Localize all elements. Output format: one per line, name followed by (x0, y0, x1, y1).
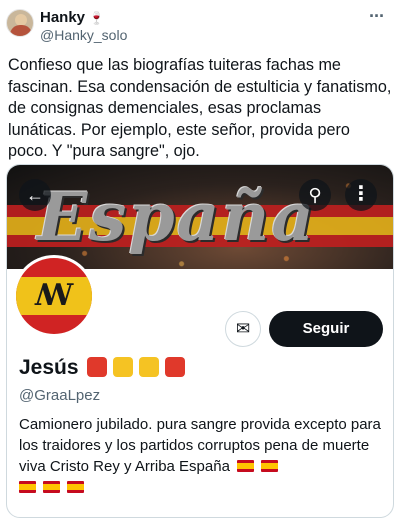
profile-screenshot-card: España ← ⚲ ⋮ ꟿ ✉ Seguir Jesús @GraaLpez … (6, 164, 394, 518)
profile-name-squares (86, 357, 191, 384)
author-name[interactable]: Hanky 🍷 (40, 9, 104, 27)
follow-button[interactable]: Seguir (269, 311, 383, 347)
avatar-body (10, 25, 32, 36)
profile-name-text: Jesús (19, 356, 79, 379)
yellow-square-icon (138, 357, 159, 377)
red-square-icon (164, 357, 185, 377)
yellow-square-icon (112, 357, 133, 377)
spain-flag-icon (237, 460, 255, 472)
profile-banner: España ← ⚲ ⋮ (7, 165, 393, 269)
profile-handle: @GraaLpez (19, 387, 101, 404)
tweet-header: Hanky 🍷 @Hanky_solo ··· (0, 0, 400, 48)
author-name-text: Hanky (40, 9, 86, 26)
back-arrow-icon[interactable]: ← (19, 179, 51, 211)
wine-glass-icon: 🍷 (89, 11, 104, 25)
profile-bio-text: Camionero jubilado. pura sangre provida … (19, 416, 381, 475)
search-icon[interactable]: ⚲ (299, 179, 331, 211)
more-options-icon[interactable]: ··· (369, 7, 385, 25)
tweet-text: Confieso que las biografías tuiteras fac… (8, 56, 392, 161)
spain-flag-icon (43, 481, 61, 493)
avatar-emblem-icon: ꟿ (34, 278, 74, 313)
spain-flag-icon (261, 460, 279, 472)
profile-avatar-image: ꟿ (16, 258, 92, 334)
envelope-icon: ✉ (235, 319, 251, 338)
profile-bio: Camionero jubilado. pura sangre provida … (19, 414, 387, 498)
red-square-icon (86, 357, 107, 377)
author-avatar[interactable] (6, 9, 34, 37)
spain-flag-icon (19, 481, 36, 493)
author-handle[interactable]: @Hanky_solo (40, 27, 127, 44)
spain-flag-icon (67, 481, 85, 493)
message-button[interactable]: ✉ (225, 311, 261, 347)
profile-avatar[interactable]: ꟿ (13, 255, 95, 337)
more-menu-icon[interactable]: ⋮ (345, 179, 377, 211)
profile-name: Jesús (19, 355, 191, 384)
